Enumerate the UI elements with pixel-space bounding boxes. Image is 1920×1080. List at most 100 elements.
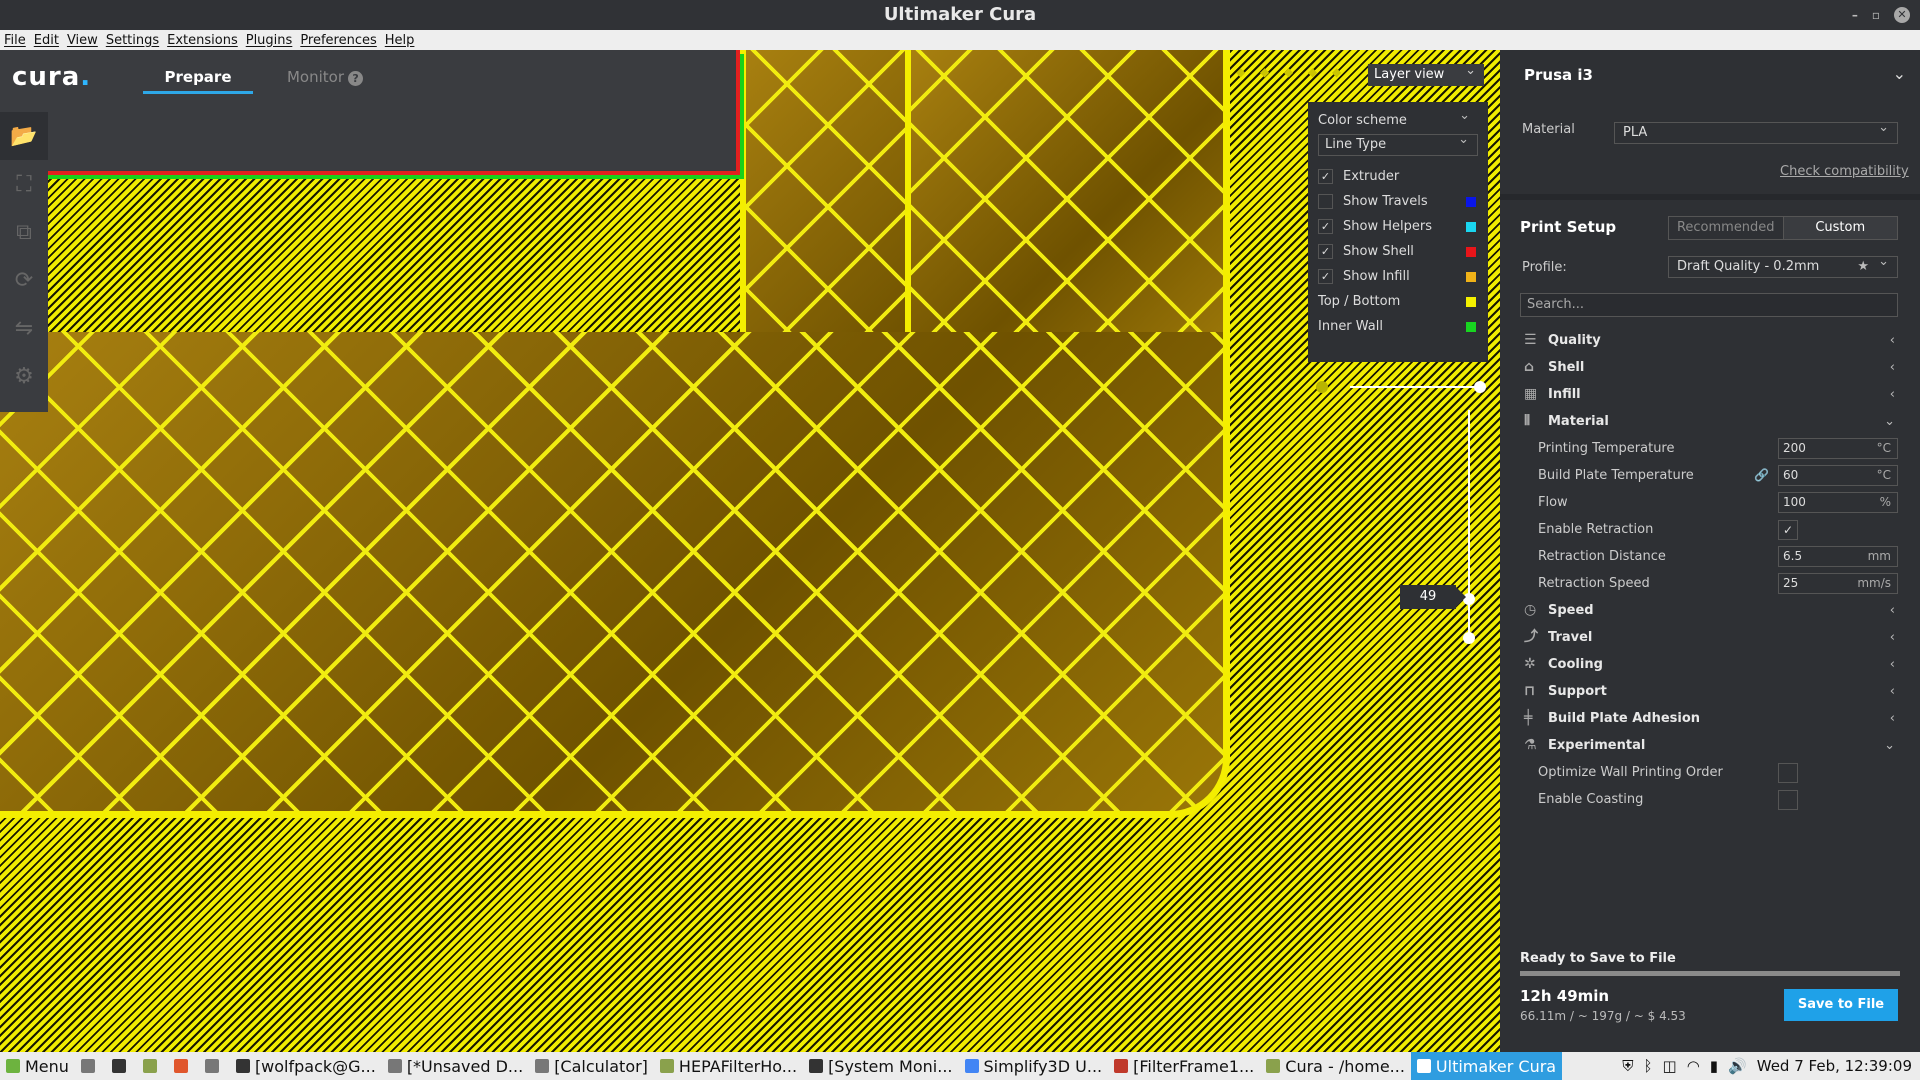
layer-lower-handle[interactable] xyxy=(1463,632,1475,644)
menu-preferences[interactable]: Preferences xyxy=(300,33,376,48)
maximize-button[interactable]: ▫ xyxy=(1872,0,1880,30)
setting-printing-temperature: Printing Temperature 200 °C xyxy=(1520,435,1905,462)
taskbar-window[interactable]: Simplify3D U... xyxy=(959,1052,1109,1080)
menu-settings[interactable]: Settings xyxy=(106,33,159,48)
show-shell-toggle[interactable]: ✓ Show Shell xyxy=(1318,239,1478,264)
tab-custom[interactable]: Custom xyxy=(1782,217,1897,239)
category-material[interactable]: ⦀ Material ⌄ xyxy=(1520,408,1905,435)
enable-retraction-checkbox[interactable]: ✓ xyxy=(1778,520,1798,540)
view-top-icon[interactable]: ◆ xyxy=(1284,65,1298,79)
tab-prepare[interactable]: Prepare xyxy=(143,64,253,94)
open-file-icon[interactable]: 📂 xyxy=(0,112,48,160)
menu-file[interactable]: File xyxy=(4,33,26,48)
per-model-settings-icon[interactable]: ⚙ xyxy=(0,352,48,400)
start-menu-button[interactable]: Menu xyxy=(0,1052,75,1080)
check-compatibility-link[interactable]: Check compatibility xyxy=(1780,164,1909,179)
translate-icon[interactable]: ⛶ xyxy=(0,160,48,208)
view-3d-icon[interactable]: ◆ xyxy=(1236,65,1250,79)
optimize-wall-order-checkbox[interactable] xyxy=(1778,763,1798,783)
star-icon[interactable]: ★ xyxy=(1857,257,1869,277)
flow-input[interactable]: 100% xyxy=(1778,492,1898,513)
extruder-toggle[interactable]: ✓ Extruder xyxy=(1318,164,1478,189)
minimize-button[interactable]: – xyxy=(1852,0,1858,30)
taskbar-window[interactable]: [*Unsaved D... xyxy=(382,1052,529,1080)
network-icon[interactable]: ◫ xyxy=(1663,1057,1677,1075)
printing-temperature-input[interactable]: 200 °C xyxy=(1778,438,1898,459)
header-panel: cura. Prepare Monitor? xyxy=(0,50,740,175)
chevron-down-icon[interactable]: ⌄ xyxy=(1893,64,1906,83)
menu-help[interactable]: Help xyxy=(385,33,415,48)
color-scheme-header[interactable]: Color scheme xyxy=(1318,105,1478,132)
taskbar-window-active[interactable]: Ultimaker Cura xyxy=(1410,1052,1563,1080)
category-experimental[interactable]: ⚗ Experimental ⌄ xyxy=(1520,732,1905,759)
bluetooth-icon[interactable]: ᛒ xyxy=(1644,1057,1653,1075)
tab-monitor[interactable]: Monitor? xyxy=(270,64,380,94)
view-front-icon[interactable]: ◆ xyxy=(1260,65,1274,79)
launcher-app-icon[interactable] xyxy=(199,1052,230,1080)
view-left-icon[interactable]: ◆ xyxy=(1308,65,1322,79)
view-right-icon[interactable]: ◆ xyxy=(1332,65,1346,79)
checkbox[interactable]: ✓ xyxy=(1318,169,1333,184)
category-travel[interactable]: ⤴ Travel ‹ xyxy=(1520,624,1905,651)
category-speed[interactable]: ◷ Speed ‹ xyxy=(1520,597,1905,624)
scale-icon[interactable]: ⧉ xyxy=(0,208,48,256)
category-shell[interactable]: ⌂ Shell ‹ xyxy=(1520,354,1905,381)
category-infill[interactable]: ▦ Infill ‹ xyxy=(1520,381,1905,408)
launcher-folder-icon[interactable] xyxy=(137,1052,168,1080)
menu-edit[interactable]: Edit xyxy=(34,33,59,48)
category-quality[interactable]: ☰ Quality ‹ xyxy=(1520,327,1905,354)
category-build-plate-adhesion[interactable]: ╪ Build Plate Adhesion ‹ xyxy=(1520,705,1905,732)
show-travels-toggle[interactable]: Show Travels xyxy=(1318,189,1478,214)
enable-coasting-checkbox[interactable] xyxy=(1778,790,1798,810)
build-plate-temperature-input[interactable]: 60 °C xyxy=(1778,465,1898,486)
taskbar-window[interactable]: [Calculator] xyxy=(529,1052,654,1080)
taskbar-window[interactable]: HEPAFilterHo... xyxy=(654,1052,803,1080)
show-infill-toggle[interactable]: ✓ Show Infill xyxy=(1318,264,1478,289)
profile-dropdown[interactable]: Draft Quality - 0.2mm ★ xyxy=(1668,252,1898,278)
taskbar-window[interactable]: Cura - /home... xyxy=(1260,1052,1411,1080)
view-mode-dropdown[interactable]: Layer view xyxy=(1368,60,1484,86)
material-label: Material xyxy=(1522,122,1575,137)
tab-recommended[interactable]: Recommended xyxy=(1669,217,1783,239)
wifi-icon[interactable]: ◠ xyxy=(1687,1057,1700,1075)
checkbox[interactable]: ✓ xyxy=(1318,219,1333,234)
mirror-icon[interactable]: ⇋ xyxy=(0,304,48,352)
taskbar-window[interactable]: [System Moni... xyxy=(803,1052,958,1080)
clock[interactable]: Wed 7 Feb, 12:39:09 xyxy=(1757,1057,1912,1075)
save-to-file-button[interactable]: Save to File xyxy=(1784,989,1898,1021)
color-swatch xyxy=(1466,197,1476,207)
checkbox[interactable]: ✓ xyxy=(1318,244,1333,259)
color-scheme-dropdown[interactable]: Line Type xyxy=(1318,130,1478,156)
slider-max-handle[interactable] xyxy=(1474,381,1486,393)
checkbox[interactable] xyxy=(1318,194,1333,209)
menu-plugins[interactable]: Plugins xyxy=(246,33,293,48)
path-slider[interactable] xyxy=(1316,381,1486,393)
category-support[interactable]: ⊓ Support ‹ xyxy=(1520,678,1905,705)
show-helpers-toggle[interactable]: ✓ Show Helpers xyxy=(1318,214,1478,239)
volume-icon[interactable]: 🔊 xyxy=(1728,1057,1747,1075)
checkbox[interactable]: ✓ xyxy=(1318,269,1333,284)
printer-selector[interactable]: Prusa i3 xyxy=(1524,66,1593,84)
help-icon[interactable]: ? xyxy=(348,71,364,86)
menu-view[interactable]: View xyxy=(67,33,98,48)
slider-min-handle[interactable] xyxy=(1316,381,1328,393)
material-dropdown[interactable]: PLA xyxy=(1614,118,1898,144)
battery-icon[interactable]: ▮ xyxy=(1710,1057,1718,1075)
layer-number-input[interactable]: 49 xyxy=(1400,585,1466,609)
taskbar-window[interactable]: [wolfpack@G... xyxy=(230,1052,382,1080)
menu-extensions[interactable]: Extensions xyxy=(167,33,238,48)
launcher-desktop-icon[interactable] xyxy=(75,1052,106,1080)
retraction-distance-input[interactable]: 6.5 mm xyxy=(1778,546,1898,567)
link-icon[interactable]: 🔗 xyxy=(1754,462,1769,489)
close-button[interactable]: ✕ xyxy=(1894,7,1910,23)
layer-viewport[interactable] xyxy=(0,50,1500,1052)
rotate-icon[interactable]: ⟳ xyxy=(0,256,48,304)
settings-search-input[interactable]: Search... xyxy=(1520,293,1898,317)
retraction-speed-input[interactable]: 25 mm/s xyxy=(1778,573,1898,594)
taskbar-window[interactable]: [FilterFrame1... xyxy=(1108,1052,1260,1080)
folder-icon xyxy=(142,1059,157,1073)
launcher-browser-icon[interactable] xyxy=(168,1052,199,1080)
category-cooling[interactable]: ✲ Cooling ‹ xyxy=(1520,651,1905,678)
shield-icon[interactable]: ⛨ xyxy=(1622,1057,1633,1075)
launcher-terminal-icon[interactable] xyxy=(106,1052,137,1080)
